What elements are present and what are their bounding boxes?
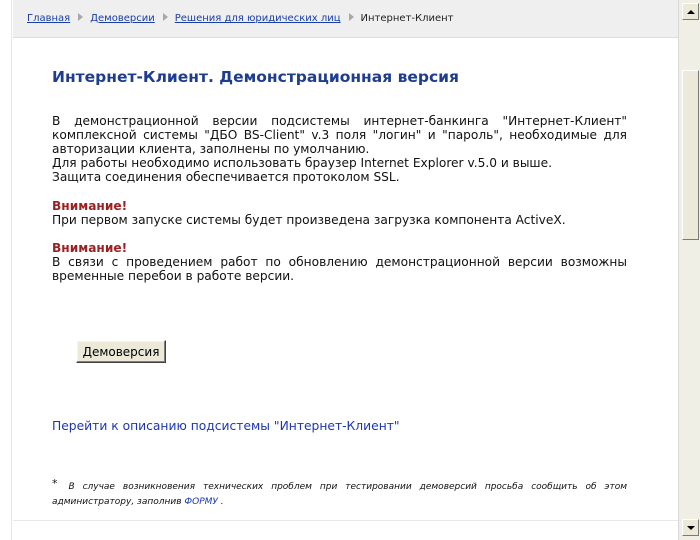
scroll-down-button[interactable] <box>682 519 699 536</box>
vertical-scrollbar[interactable] <box>678 0 700 540</box>
breadcrumb-arrow-icon <box>78 13 84 21</box>
warning-activex: Внимание! При первом запуске системы буд… <box>52 199 627 227</box>
footnote-star: * <box>52 477 58 490</box>
breadcrumb-arrow-icon <box>162 13 168 21</box>
page-title: Интернет-Клиент. Демонстрационная версия <box>52 68 459 86</box>
breadcrumb-legal-solutions-link[interactable]: Решения для юридических лиц <box>175 13 341 24</box>
bottom-edge <box>13 520 678 540</box>
intro-line: В демонстрационной версии подсистемы инт… <box>52 114 627 156</box>
intro-paragraph: В демонстрационной версии подсистемы инт… <box>52 114 627 184</box>
demo-version-button[interactable]: Демоверсия <box>76 340 166 363</box>
warning-title: Внимание! <box>52 199 128 213</box>
warning-text: При первом запуске системы будет произве… <box>52 213 566 227</box>
feedback-form-link[interactable]: ФОРМУ <box>184 497 218 507</box>
footnote-text: В случае возникновения технических пробл… <box>52 482 627 507</box>
footnote-end: . <box>220 497 224 507</box>
breadcrumb-demos-link[interactable]: Демоверсии <box>90 13 155 24</box>
scrollbar-thumb[interactable] <box>682 70 699 240</box>
left-border <box>0 0 12 540</box>
breadcrumb-arrow-icon <box>348 13 354 21</box>
scroll-up-button[interactable] <box>682 3 699 20</box>
breadcrumb-home-link[interactable]: Главная <box>27 13 70 24</box>
subsystem-description-link[interactable]: Перейти к описанию подсистемы "Интернет-… <box>52 419 400 433</box>
footnote: * В случае возникновения технических про… <box>52 476 627 510</box>
intro-line: Для работы необходимо использовать брауз… <box>52 156 552 170</box>
arrow-up-icon <box>686 9 695 14</box>
warning-text: В связи с проведением работ по обновлени… <box>52 255 627 283</box>
intro-line: Защита соединения обеспечивается протоко… <box>52 170 400 184</box>
warning-maintenance: Внимание! В связи с проведением работ по… <box>52 241 627 283</box>
arrow-down-icon <box>686 525 695 530</box>
breadcrumb-current: Интернет-Клиент <box>360 13 454 24</box>
browser-viewport: Главная Демоверсии Решения для юридических… <box>0 0 700 540</box>
breadcrumb-bar: Главная Демоверсии Решения для юридических… <box>13 0 678 38</box>
breadcrumb: Главная Демоверсии Решения для юридических… <box>27 13 454 24</box>
warning-title: Внимание! <box>52 241 128 255</box>
